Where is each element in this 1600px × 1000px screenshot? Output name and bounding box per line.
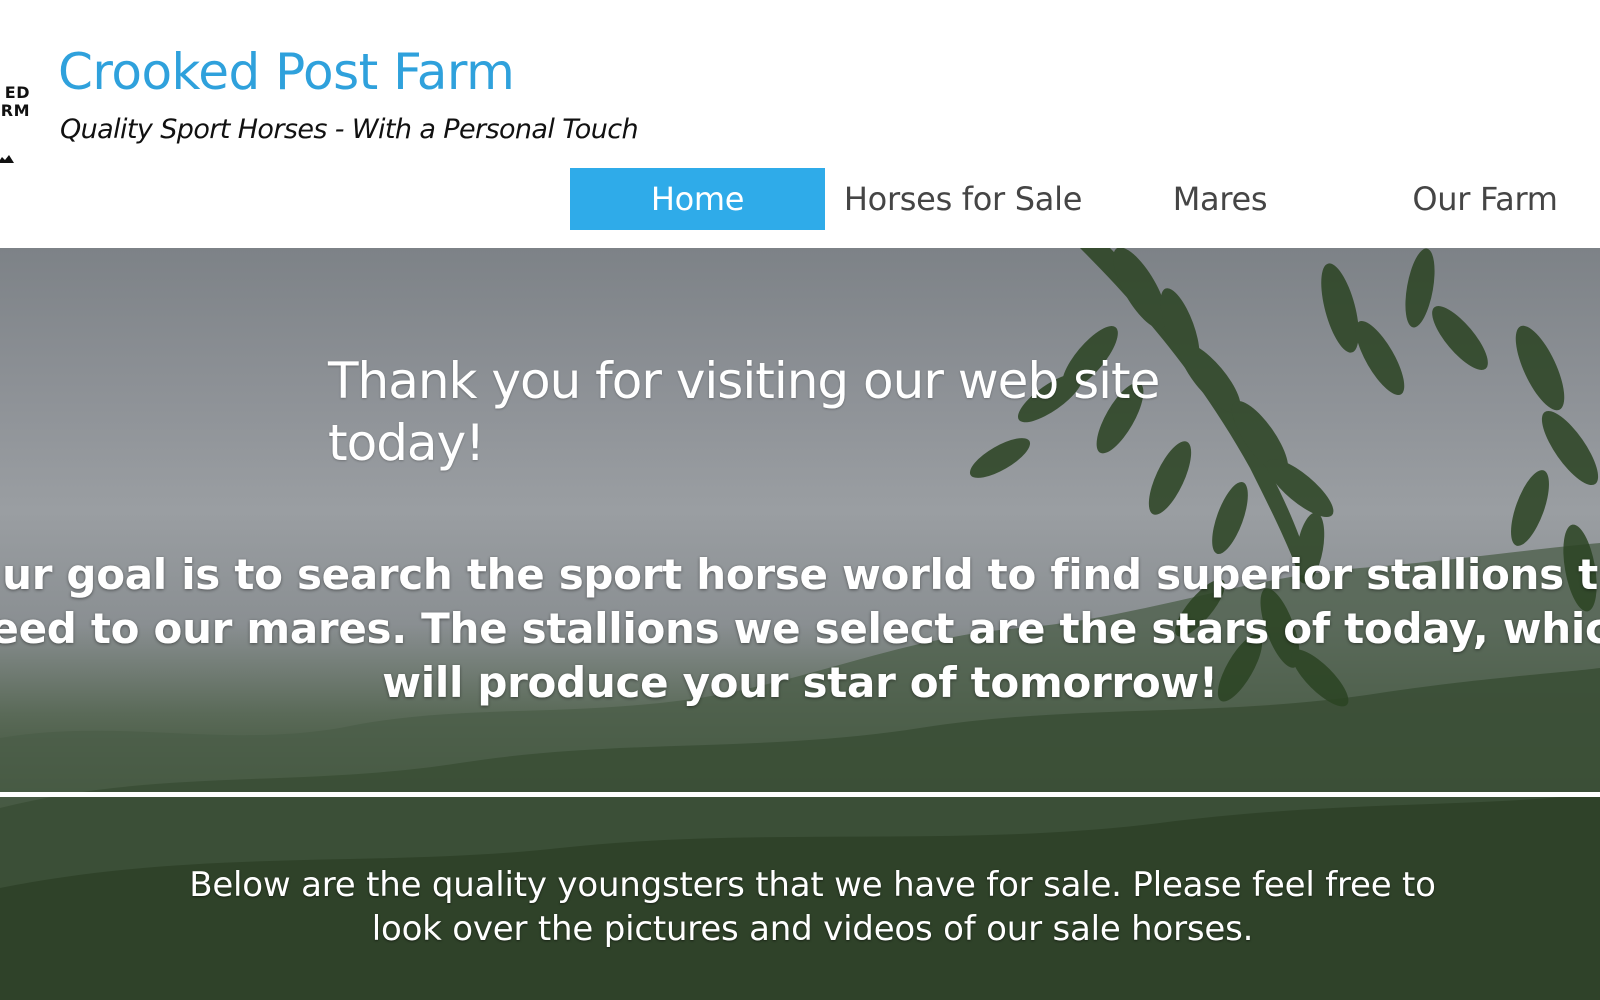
nav-item-mares[interactable]: Mares	[1130, 168, 1310, 230]
hero-heading: Thank you for visiting our web site toda…	[328, 352, 1160, 472]
farm-logo[interactable]: ED RM	[0, 70, 30, 180]
nav-item-our-farm[interactable]: Our Farm	[1370, 168, 1600, 230]
hero-goal-line: eed to our mares. The stallions we selec…	[0, 604, 1600, 653]
logo-text-line: RM	[0, 101, 30, 120]
hero-goal-text: ur goal is to search the sport horse wor…	[0, 548, 1600, 710]
hero-section: Thank you for visiting our web site toda…	[0, 248, 1600, 1000]
hero-divider	[0, 792, 1600, 797]
site-title[interactable]: Crooked Post Farm	[58, 40, 515, 104]
page: ED RM Crooked Post Farm Quality Sport Ho…	[0, 0, 1600, 1000]
horse-silhouette-icon	[0, 155, 14, 163]
site-tagline: Quality Sport Horses - With a Personal T…	[60, 114, 639, 145]
hero-goal-line: will produce your star of tomorrow!	[382, 658, 1218, 707]
nav-item-home[interactable]: Home	[570, 168, 825, 230]
nav-item-horses-for-sale[interactable]: Horses for Sale	[828, 168, 1098, 230]
logo-text-line: ED	[4, 83, 30, 102]
site-header: ED RM Crooked Post Farm Quality Sport Ho…	[0, 0, 1600, 248]
sale-intro-text: Below are the quality youngsters that we…	[189, 865, 1436, 949]
hero-goal-line: ur goal is to search the sport horse wor…	[2, 550, 1598, 599]
